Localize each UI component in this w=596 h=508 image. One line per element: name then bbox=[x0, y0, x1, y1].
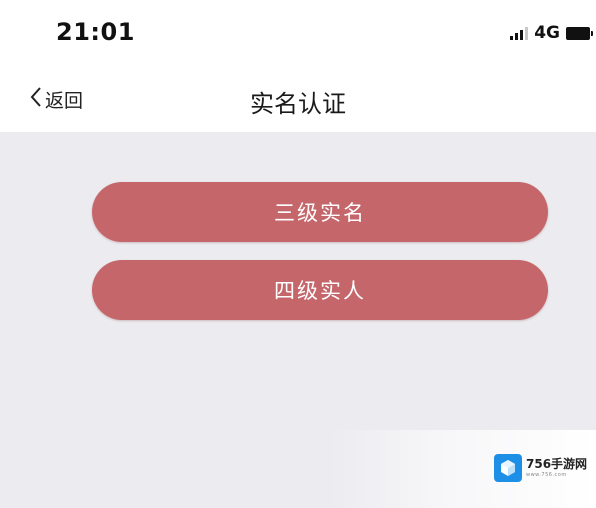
level-4-verification-button[interactable]: 四级实人 bbox=[92, 260, 548, 320]
watermark-url: www.756.com bbox=[526, 472, 567, 478]
network-type: 4G bbox=[534, 23, 560, 43]
watermark-text: 756手游网 www.756.com bbox=[526, 458, 587, 478]
status-indicators: 4G bbox=[510, 22, 593, 44]
battery-icon bbox=[566, 26, 593, 40]
level-3-verification-button[interactable]: 三级实名 bbox=[92, 182, 548, 242]
status-time: 21:01 bbox=[56, 18, 135, 46]
watermark: 756手游网 www.756.com bbox=[494, 453, 587, 483]
cube-logo-icon bbox=[494, 454, 522, 482]
page-title: 实名认证 bbox=[250, 90, 346, 118]
signal-bars-icon bbox=[510, 26, 529, 40]
watermark-brand: 756手游网 bbox=[526, 457, 588, 471]
navigation-bar: 返回 实名认证 bbox=[0, 66, 596, 132]
status-bar: 21:01 4G bbox=[0, 0, 596, 66]
